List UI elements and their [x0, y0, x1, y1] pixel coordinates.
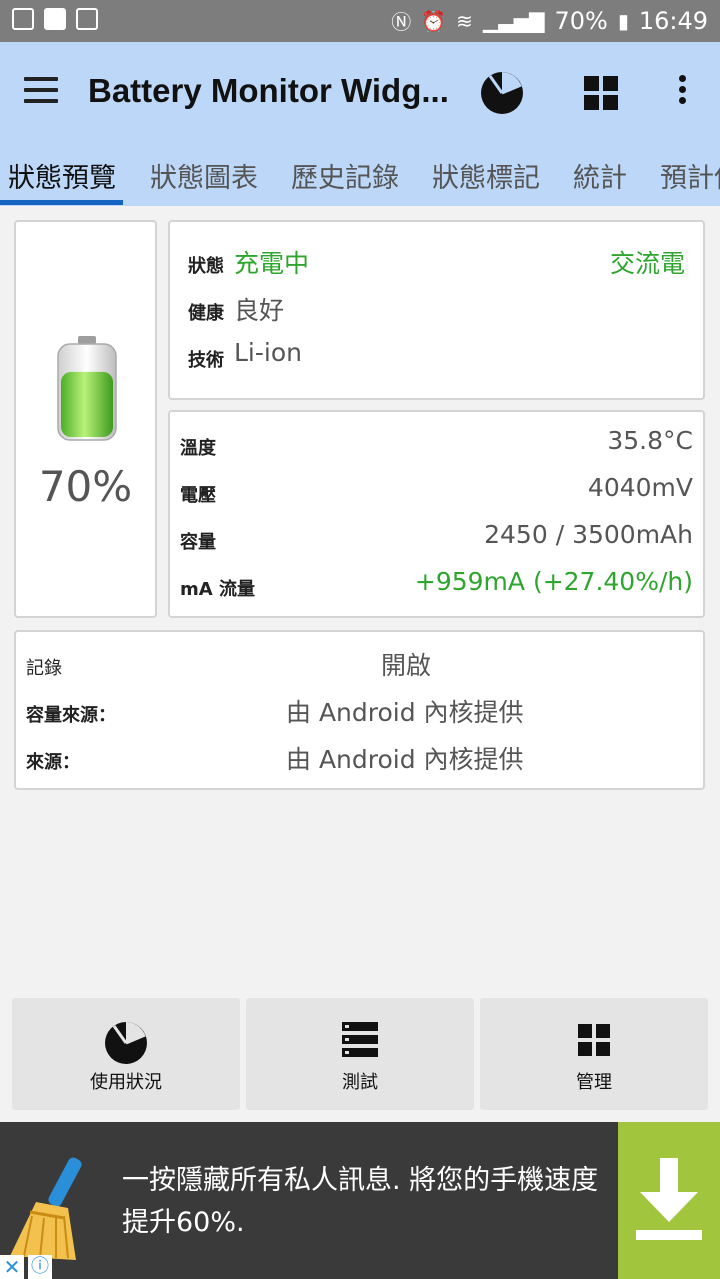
tab-history[interactable]: 歷史記錄	[291, 156, 399, 195]
wifi-icon: ≋	[456, 8, 473, 33]
temperature-value: 35.8°C	[607, 426, 693, 455]
more-options-icon[interactable]	[672, 72, 692, 112]
pie-chart-icon[interactable]	[478, 68, 526, 116]
tab-status-overview[interactable]: 狀態預覽	[8, 156, 116, 195]
alarm-icon: ⏰	[421, 8, 447, 33]
signal-icon: ▁▃▅▇	[482, 8, 545, 33]
grid-icon[interactable]	[584, 76, 618, 110]
test-button-label: 測試	[342, 1072, 378, 1093]
manage-button-label: 管理	[576, 1072, 612, 1093]
briefcase-icon	[76, 8, 98, 30]
status-card: 狀態 充電中 交流電 健康 良好 技術 Li-ion	[168, 220, 705, 400]
tab-status-chart[interactable]: 狀態圖表	[150, 156, 258, 195]
tab-bar: 狀態預覽 狀態圖表 歷史記錄 狀態標記 統計 預計使	[0, 142, 720, 206]
download-icon	[636, 1158, 702, 1240]
log-value: 開啟	[380, 651, 431, 680]
capacity-source-value: 由 Android 內核提供	[286, 698, 524, 727]
broom-icon	[10, 1157, 82, 1260]
status-bar: Ⓝ ⏰ ≋ ▁▃▅▇ 70% ▮ 16:49	[0, 0, 720, 42]
technology-value: Li-ion	[234, 338, 302, 367]
tab-estimate[interactable]: 預計使	[660, 156, 720, 195]
health-value: 良好	[234, 296, 285, 325]
test-button[interactable]: 測試	[246, 998, 474, 1110]
ad-info-icon[interactable]: ⓘ	[28, 1255, 52, 1279]
power-source: 交流電	[609, 249, 685, 278]
app-title: Battery Monitor Widg...	[88, 72, 449, 109]
temperature-label: 溫度	[180, 438, 216, 459]
pie-chart-icon	[105, 1022, 147, 1064]
notification-icons	[12, 8, 98, 30]
status-label: 狀態	[188, 256, 224, 277]
health-label: 健康	[188, 303, 224, 324]
ad-banner[interactable]: 一按隱藏所有私人訊息. 將您的手機速度提升60%. ✕ ⓘ	[0, 1122, 720, 1279]
download-button[interactable]	[618, 1122, 720, 1279]
system-icons: Ⓝ ⏰ ≋ ▁▃▅▇ 70% ▮ 16:49	[391, 6, 708, 35]
manage-button[interactable]: 管理	[480, 998, 708, 1110]
battery-percent-large: 70%	[38, 462, 133, 511]
close-ad-icon[interactable]: ✕	[0, 1255, 24, 1279]
current-label: mA 流量	[180, 579, 255, 600]
battery-percent: 70%	[554, 6, 608, 35]
voltage-label: 電壓	[180, 485, 216, 506]
log-card: 記錄 開啟 容量來源： 由 Android 內核提供 來源： 由 Android…	[14, 630, 705, 790]
app-bar: Battery Monitor Widg...	[0, 42, 720, 142]
source-label: 來源：	[26, 752, 80, 773]
source-value: 由 Android 內核提供	[286, 745, 524, 774]
technology-label: 技術	[188, 350, 224, 371]
server-list-icon	[342, 1022, 378, 1057]
status-value: 充電中	[234, 249, 310, 278]
ad-text: 一按隱藏所有私人訊息. 將您的手機速度提升60%.	[122, 1165, 599, 1238]
nfc-icon: Ⓝ	[391, 10, 412, 34]
grid-icon	[578, 1024, 610, 1056]
current-value: +959mA (+27.40%/h)	[414, 567, 693, 596]
voltage-value: 4040mV	[587, 473, 693, 502]
battery-card: 70%	[14, 220, 157, 618]
menu-icon[interactable]	[24, 77, 58, 103]
tab-statistics[interactable]: 統計	[573, 156, 627, 195]
tab-status-marks[interactable]: 狀態標記	[432, 156, 540, 195]
clock: 16:49	[638, 6, 708, 35]
facebook-icon	[44, 8, 66, 30]
gallery-icon	[12, 8, 34, 30]
capacity-source-label: 容量來源：	[26, 705, 116, 726]
usage-button[interactable]: 使用狀況	[12, 998, 240, 1110]
battery-charging-icon: ▮	[617, 8, 629, 33]
battery-icon	[57, 336, 117, 441]
metrics-card: 溫度 35.8°C 電壓 4040mV 容量 2450 / 3500mAh mA…	[168, 410, 705, 618]
active-tab-indicator	[0, 200, 123, 205]
usage-button-label: 使用狀況	[90, 1072, 162, 1093]
capacity-label: 容量	[180, 532, 216, 553]
capacity-value: 2450 / 3500mAh	[484, 520, 693, 549]
